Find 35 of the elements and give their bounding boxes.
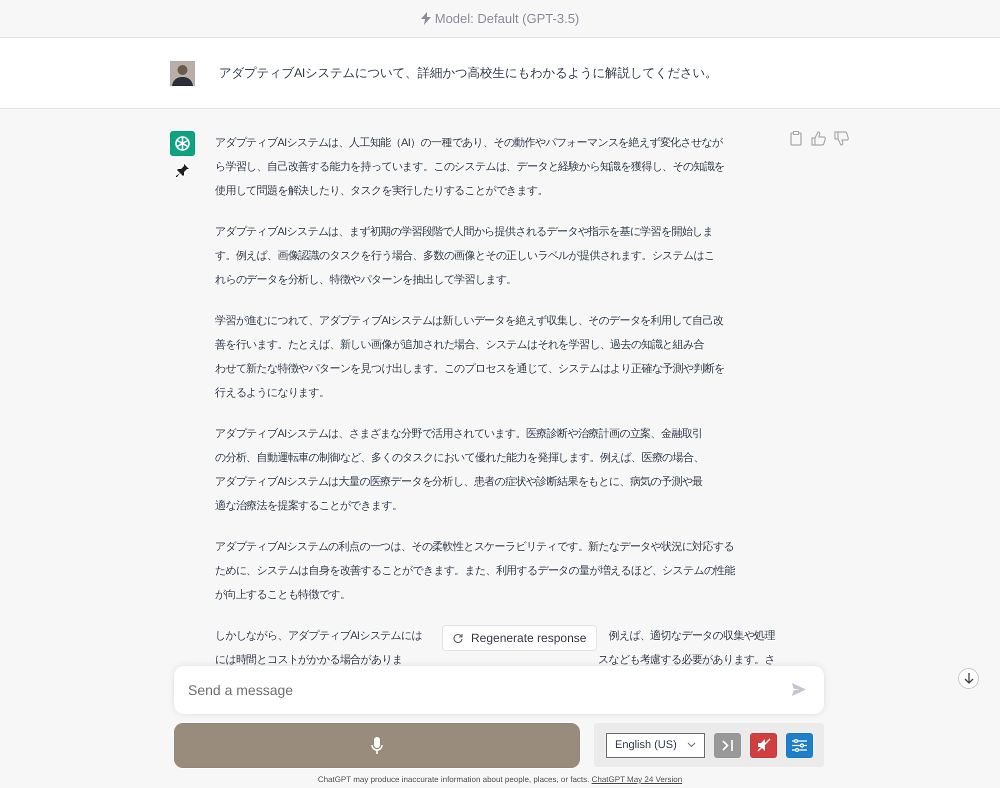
microphone-icon bbox=[371, 737, 383, 754]
thumbs-up-icon[interactable] bbox=[811, 131, 826, 146]
pin-icon[interactable] bbox=[176, 164, 189, 177]
response-paragraph: アダプティブAIシステムは、まず初期の学習段階で人間から提供されるデータや指示を基に学習を開始しま す。例えば、画像認識のタスクを行う場合、多数の画像とその正しいラベルが提供されます。システムはこ れらのデータを分析し、特徴やパターンを抽出して学習します。 bbox=[215, 224, 714, 288]
response-text-fragment: には時間とコストがかかる場合がありま bbox=[215, 653, 402, 668]
refresh-icon bbox=[453, 633, 463, 643]
response-text-fragment: しかしながら、アダプティブAIシステムには bbox=[215, 628, 422, 644]
regenerate-button[interactable]: Regenerate response bbox=[442, 625, 598, 651]
mute-button[interactable] bbox=[750, 732, 777, 758]
arrow-down-icon bbox=[964, 673, 974, 684]
response-paragraph: アダプティブAIシステムは、人工知能（AI）の一種であり、その動作やパフォーマンスを絶えず変化させなが ら学習し、自己改善する能力を持っています。このシステムは、データと経験から知識を獲得し、その知識を 使用して問題を解決したり、タスクを実行したりすることができます。 bbox=[215, 136, 725, 199]
disclaimer-text: ChatGPT may produce inaccurate information about people, places, or facts. bbox=[318, 775, 590, 784]
speaker-muted-icon bbox=[756, 738, 770, 752]
response-text-fragment: 例えば、適切なデータの収集や処理 bbox=[608, 628, 775, 644]
model-label: Model: Default (GPT-3.5) bbox=[434, 10, 580, 28]
user-message: アダプティブAIシステムについて、詳細かつ高校生にもわかるように解説してください。 bbox=[219, 64, 718, 82]
skip-button[interactable] bbox=[714, 732, 741, 758]
message-field[interactable]: Send a message bbox=[174, 666, 824, 714]
avatar-icon bbox=[170, 60, 195, 86]
thumbs-down-icon[interactable] bbox=[834, 131, 849, 146]
version-link[interactable]: ChatGPT May 24 Version bbox=[592, 775, 682, 784]
settings-button[interactable] bbox=[786, 732, 813, 758]
skip-icon bbox=[722, 740, 734, 750]
copy-icon[interactable] bbox=[789, 131, 803, 146]
response-paragraph: 学習が進むにつれて、アダプティブAIシステムは新しいデータを絶えず収集し、そのデータを利用して自己改 善を行います。たとえば、新しい画像が追加された場合、システムはそれを学習し、過去の知識と組み合 わせて新たな特徴やパターンを見つけ出します。このプロセスを通じて、システムはより正確な予測や判断を 行えるようになります。 bbox=[215, 314, 725, 401]
chevron-down-icon bbox=[687, 742, 696, 748]
response-paragraph: アダプティブAIシステムは、さまざまな分野で活用されています。医療診断や治療計画の立案、金融取引 の分析、自動運転車の制御など、多くのタスクにおいて優れた能力を発揮します。例えば、医療の場合、 アダプティブAIシステムは大量の医療データを分析し、患者の症状や診断結果をもとに、病気の予測や最 適な治療法を提案することができます。 bbox=[215, 426, 704, 514]
response-text-fragment: スなども考慮する必要があります。さ bbox=[598, 652, 775, 668]
scroll-down-button[interactable] bbox=[958, 668, 979, 689]
sliders-icon bbox=[792, 738, 807, 752]
lightning-icon bbox=[420, 12, 431, 25]
send-icon[interactable] bbox=[792, 683, 806, 696]
response-paragraph: アダプティブAIシステムの利点の一つは、その柔軟性とスケーラビリティです。新たなデータや状況に対応する ために、システムは自身を改善することができます。また、利用するデータの量が増えるほど、システムの性能 が向上することも特徴です。 bbox=[215, 540, 736, 603]
language-select[interactable]: English (US) bbox=[606, 732, 705, 758]
assistant-logo-icon bbox=[170, 131, 195, 156]
